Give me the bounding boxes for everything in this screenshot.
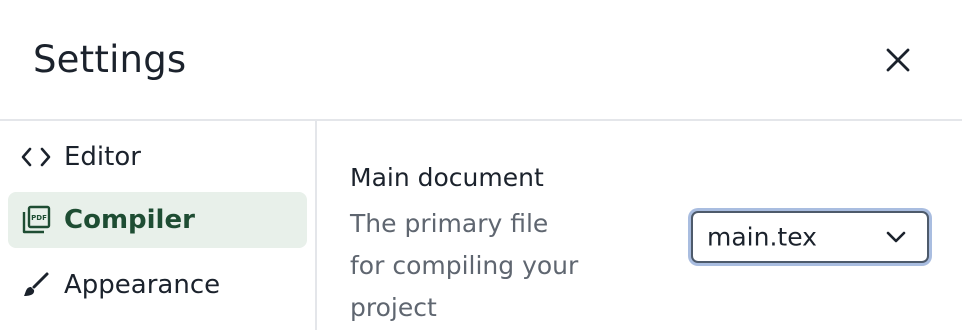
close-button[interactable]: [874, 36, 922, 84]
settings-dialog: Settings Editor PDF Compiler Appearance …: [0, 0, 962, 330]
pdf-file-icon: PDF: [20, 204, 52, 236]
chevron-down-icon: [886, 231, 906, 243]
sidebar-item-appearance[interactable]: Appearance: [8, 257, 307, 313]
svg-text:PDF: PDF: [31, 214, 47, 222]
dialog-header: Settings: [0, 0, 962, 121]
dialog-title: Settings: [33, 38, 187, 81]
select-value: main.tex: [707, 222, 817, 252]
close-icon: [886, 48, 910, 72]
setting-title: Main document: [350, 163, 544, 192]
settings-sidebar: Editor PDF Compiler Appearance: [0, 121, 317, 330]
setting-description: The primary file for compiling your proj…: [350, 209, 579, 322]
sidebar-item-editor[interactable]: Editor: [8, 129, 307, 185]
sidebar-item-compiler[interactable]: PDF Compiler: [8, 192, 307, 248]
sidebar-item-label: Appearance: [64, 270, 221, 300]
sidebar-item-label: Compiler: [64, 205, 195, 235]
brush-icon: [20, 269, 52, 301]
main-document-select[interactable]: main.tex: [691, 211, 929, 263]
sidebar-item-label: Editor: [64, 142, 141, 172]
code-icon: [20, 141, 52, 173]
settings-content: Main document The primary file for compi…: [317, 121, 962, 330]
